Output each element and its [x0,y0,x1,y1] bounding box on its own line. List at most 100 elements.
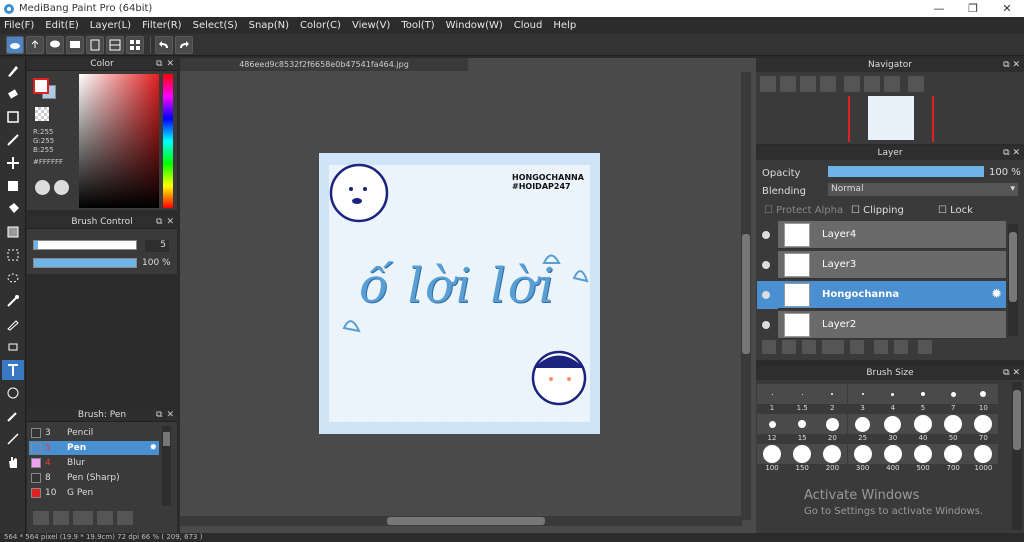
brush-size-option[interactable]: 15 [787,414,818,442]
shape-tool[interactable] [2,107,24,127]
scroll-thumb[interactable] [1009,232,1017,302]
menu-help[interactable]: Help [553,20,576,31]
brush-folder-button[interactable] [97,511,113,525]
float-icon[interactable]: ⧉ [1003,368,1009,378]
brush-size-option[interactable]: 1 [757,384,787,412]
new-halftone-layer-button[interactable] [782,340,796,354]
menu-window[interactable]: Window(W) [446,20,503,31]
visibility-toggle-layer2[interactable] [762,321,770,329]
magic-wand-tool[interactable] [2,291,24,311]
scroll-thumb[interactable] [1013,390,1021,450]
brush-size-option[interactable]: 400 [877,444,908,472]
divide-tool[interactable] [2,383,24,403]
gear-icon[interactable]: ✹ [149,443,157,453]
menu-snap[interactable]: Snap(N) [249,20,289,31]
bucket-tool[interactable] [2,199,24,219]
float-icon[interactable]: ⧉ [156,410,162,420]
brush-size-option[interactable]: 500 [908,444,938,472]
close-button[interactable]: ✕ [990,0,1024,17]
upload-button[interactable] [26,35,44,54]
canvas-artwork[interactable]: HONGOCHANNA #HOIDAP247 ố lời lời [319,153,600,434]
main-color-swatch[interactable] [33,78,49,94]
saturation-value-picker[interactable] [79,74,159,208]
float-icon[interactable]: ⧉ [1003,148,1009,158]
close-panel-icon[interactable]: ✕ [166,59,174,69]
gradient-tool[interactable] [2,222,24,242]
brush-size-value[interactable]: 5 [145,240,169,252]
layer-row-layer2[interactable]: Layer2 [778,311,1006,339]
float-icon[interactable]: ⧉ [156,59,162,69]
brush-size-option[interactable]: 2 [817,384,848,412]
undo-button[interactable] [155,35,173,54]
brush-list-scrollbar[interactable] [162,426,171,506]
document-tab[interactable]: 486eed9c8532f2f6658e0b47541fa464.jpg [180,58,468,71]
scroll-thumb[interactable] [387,517,545,525]
brush-item-pen-sharp[interactable]: 8 Pen (Sharp) [29,471,159,485]
close-panel-icon[interactable]: ✕ [166,410,174,420]
canvas-horizontal-scrollbar[interactable] [180,516,742,526]
layer-list-scrollbar[interactable] [1008,224,1018,336]
brush-size-option[interactable]: 300 [847,444,878,472]
select-eraser-tool[interactable] [2,337,24,357]
flip-button[interactable] [908,76,924,92]
brush-item-pen[interactable]: 5 Pen ✹ [29,441,159,455]
scroll-thumb[interactable] [742,234,750,354]
brush-size-option[interactable]: 12 [757,414,787,442]
brush-size-option[interactable]: 5 [908,384,938,412]
close-panel-icon[interactable]: ✕ [1012,60,1020,70]
menu-layer[interactable]: Layer(L) [90,20,131,31]
brush-cloud-button[interactable] [33,511,49,525]
menu-color[interactable]: Color(C) [300,20,341,31]
page-button[interactable] [86,35,104,54]
menu-edit[interactable]: Edit(E) [45,20,79,31]
move-tool[interactable] [2,153,24,173]
eyedropper-tool[interactable] [2,406,24,426]
brush-size-option[interactable]: 1.5 [787,384,818,412]
redo-button[interactable] [175,35,193,54]
fit-window-button[interactable] [800,76,816,92]
hue-slider[interactable] [163,74,173,208]
eraser-tool[interactable] [2,84,24,104]
minimize-button[interactable]: — [922,0,956,17]
select-pen-tool[interactable] [2,314,24,334]
line-tool[interactable] [2,130,24,150]
brush-size-option[interactable]: 40 [908,414,938,442]
menu-file[interactable]: File(F) [4,20,34,31]
rotate-right-button[interactable] [884,76,900,92]
float-icon[interactable]: ⧉ [1003,60,1009,70]
brush-size-option[interactable]: 3 [847,384,878,412]
brush-size-option[interactable]: 25 [847,414,878,442]
hand-tool[interactable] [2,452,24,472]
new-8bit-layer-button[interactable] [802,340,816,354]
maximize-button[interactable]: ❐ [956,0,990,17]
blending-select[interactable]: Normal ▾ [828,183,1018,196]
zoom-in-icon[interactable] [760,76,776,92]
navigator-preview[interactable] [848,96,934,142]
brush-size-option[interactable]: 200 [817,444,848,472]
brush-size-option[interactable]: 30 [877,414,908,442]
gear-icon[interactable]: ✹ [991,287,1002,302]
visibility-toggle-hongochanna[interactable] [762,291,770,299]
brush-size-option[interactable]: 70 [968,414,999,442]
scroll-thumb[interactable] [163,432,170,446]
add-brush-button[interactable] [53,511,69,525]
brush-size-option[interactable]: 150 [787,444,818,472]
comment-button[interactable] [46,35,64,54]
delete-layer-button[interactable] [918,340,932,354]
layer-row-layer3[interactable]: Layer3 [778,251,1006,279]
layer-row-layer4[interactable]: Layer4 [778,221,1006,249]
palette-button[interactable] [35,180,50,195]
close-panel-icon[interactable]: ✕ [166,217,174,227]
lasso-tool[interactable] [2,268,24,288]
brush-size-scrollbar[interactable] [1012,382,1022,530]
layer-opacity-slider[interactable] [828,166,984,177]
brush-size-option[interactable]: 7 [938,384,969,412]
brush-opacity-slider[interactable] [33,258,137,268]
menu-tool[interactable]: Tool(T) [401,20,434,31]
brush-size-slider[interactable] [33,240,137,250]
lock-checkbox[interactable]: ☐ Lock [938,205,973,216]
brush-item-pencil[interactable]: 3 Pencil [29,426,159,440]
menu-filter[interactable]: Filter(R) [142,20,182,31]
brush-size-option[interactable]: 1000 [968,444,999,472]
merge-layer-button[interactable] [894,340,908,354]
